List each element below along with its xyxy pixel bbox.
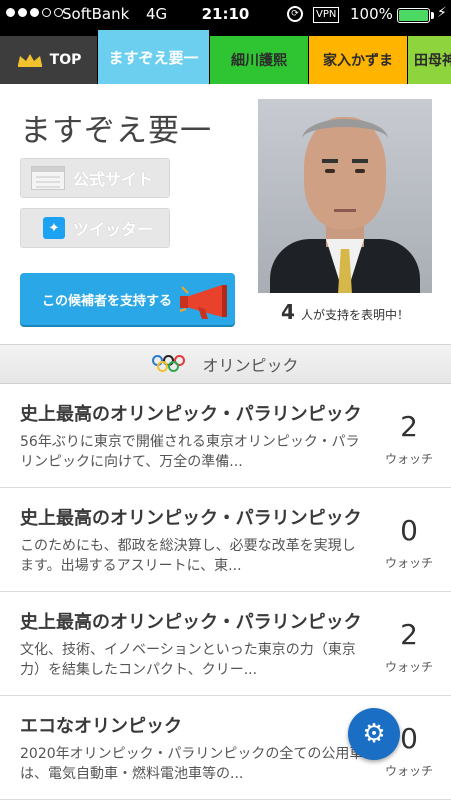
watch-label: ウォッチ <box>384 660 433 674</box>
status-bar: SoftBank 4G 21:10 ⟳ VPN 100% ⚡ <box>0 0 451 30</box>
category-label: オリンピック <box>202 356 299 375</box>
policy-description: 56年ぶりに東京で開催される東京オリンピック・パラリンピックに向けて、万全の準備… <box>20 434 360 470</box>
policy-description: 文化、技術、イノベーションといった東京の力（東京力）を結集したコンパクト、クリー… <box>20 642 356 678</box>
tab-tamogami-label: 田母神 <box>414 53 451 69</box>
policy-title: 史上最高のオリンピック・パラリンピック <box>20 612 362 633</box>
tab-hosokawa[interactable]: 細川護熙 <box>210 36 308 84</box>
tab-ieiri-label: 家入かずま <box>323 53 393 69</box>
gear-icon: ⚙ <box>362 719 386 749</box>
candidate-photo <box>258 99 432 293</box>
policy-title: 史上最高のオリンピック・パラリンピック <box>20 508 362 529</box>
tab-masuzoe-label: ますぞえ要一 <box>108 48 199 67</box>
tab-ieiri[interactable]: 家入かずま <box>309 36 407 84</box>
candidate-name: ますぞえ要一 <box>20 113 212 149</box>
tab-masuzoe[interactable]: ますぞえ要一 <box>98 30 209 84</box>
list-item[interactable]: 史上最高のオリンピック・パラリンピック 56年ぶりに東京で開催される東京オリンピ… <box>0 384 451 488</box>
tab-hosokawa-label: 細川護熙 <box>231 53 287 69</box>
watch-count: 2 <box>400 618 418 651</box>
tab-top-label: TOP <box>49 52 82 68</box>
twitter-bird-icon: ✦ <box>43 217 65 239</box>
tab-tamogami[interactable]: 田母神 <box>408 36 451 84</box>
watch-label: ウォッチ <box>384 452 433 466</box>
supporter-count: 4 <box>281 300 295 324</box>
battery-percent: 100% <box>350 5 393 23</box>
twitter-label: ツイッター <box>73 220 154 239</box>
support-button-label: この候補者を支持する <box>42 293 173 309</box>
candidate-profile: ますぞえ要一 公式サイト ✦ ツイッター この候補者を支持する 4 人が支持を表明… <box>0 84 451 344</box>
policy-description: このためにも、都政を総決算し、必要な改革を実現します。出場するアスリートに、東.… <box>20 538 356 574</box>
megaphone-icon <box>179 285 227 319</box>
supporter-count-line: 4 人が支持を表明中！ <box>258 300 432 324</box>
watch-count: 2 <box>400 410 418 443</box>
website-icon <box>31 166 65 190</box>
battery-tip <box>431 12 434 19</box>
watch-count: 0 <box>400 514 418 547</box>
list-item[interactable]: 史上最高のオリンピック・パラリンピック このためにも、都政を総決算し、必要な改革… <box>0 488 451 592</box>
policy-title: 史上最高のオリンピック・パラリンピック <box>20 404 362 425</box>
vpn-icon: VPN <box>313 7 340 23</box>
candidate-tabs: TOP ますぞえ要一 細川護熙 家入かずま 田母神 <box>0 30 451 84</box>
crown-icon <box>17 54 42 67</box>
charging-icon: ⚡ <box>437 5 447 21</box>
policy-description: 2020年オリンピック・パラリンピックの全ての公用車は、電気自動車・燃料電池車等… <box>20 746 364 782</box>
policy-title: エコなオリンピック <box>20 716 182 737</box>
watch-label: ウォッチ <box>384 764 433 778</box>
settings-button[interactable]: ⚙ <box>348 708 400 760</box>
watch-label: ウォッチ <box>384 556 433 570</box>
twitter-button[interactable]: ✦ ツイッター <box>20 208 170 248</box>
list-item[interactable]: 史上最高のオリンピック・パラリンピック 文化、技術、イノベーションといった東京の… <box>0 592 451 696</box>
battery-icon <box>397 8 430 23</box>
official-site-button[interactable]: 公式サイト <box>20 158 170 198</box>
support-candidate-button[interactable]: この候補者を支持する <box>20 273 235 325</box>
supporter-text: 人が支持を表明中！ <box>300 308 409 322</box>
category-header: オリンピック <box>0 344 451 384</box>
rotation-lock-icon: ⟳ <box>287 6 303 22</box>
tab-top[interactable]: TOP <box>0 36 97 84</box>
official-site-label: 公式サイト <box>73 170 154 189</box>
olympic-rings-icon <box>152 355 186 373</box>
